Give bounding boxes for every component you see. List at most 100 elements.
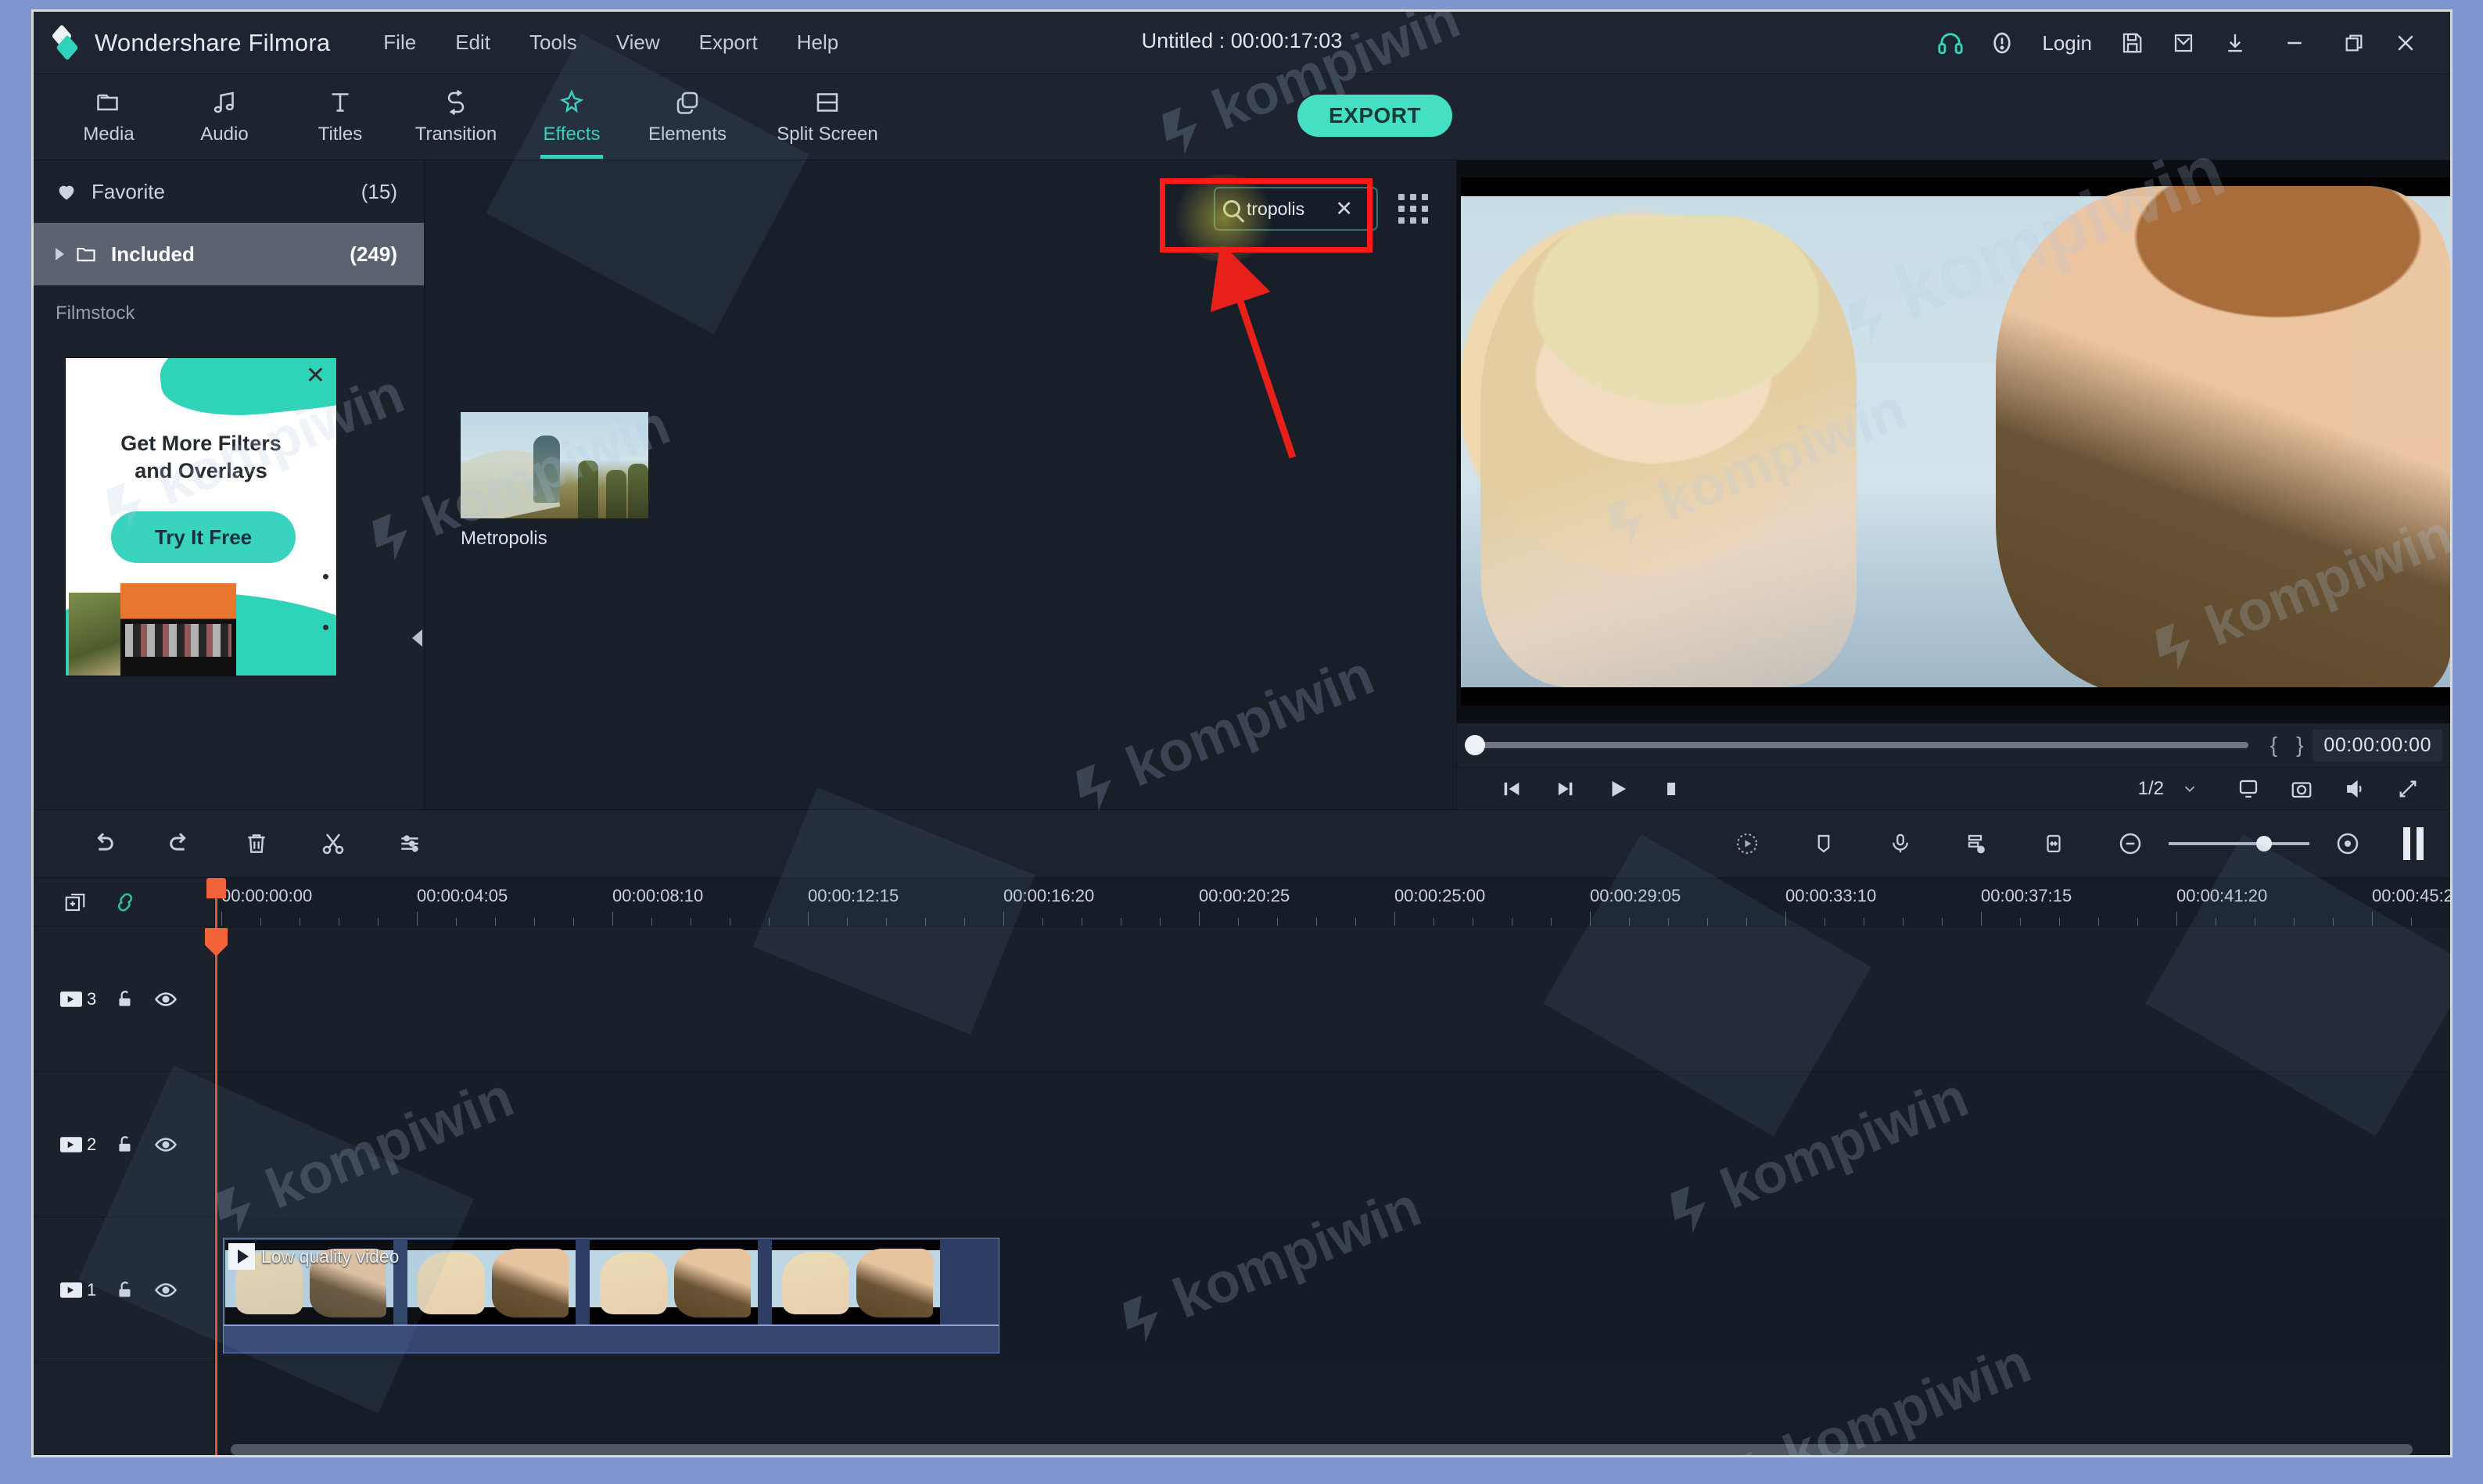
eye-icon[interactable]: [154, 1133, 178, 1156]
chevron-down-icon[interactable]: [2181, 780, 2198, 798]
prev-frame-button[interactable]: [1485, 778, 1538, 800]
search-input[interactable]: tropolis: [1214, 187, 1378, 231]
undo-button[interactable]: [65, 830, 142, 857]
try-it-free-button[interactable]: Try It Free: [111, 511, 296, 563]
tab-label: Split Screen: [777, 123, 878, 145]
mail-icon[interactable]: [2158, 12, 2209, 74]
render-preview-button[interactable]: [1709, 831, 1785, 856]
info-icon[interactable]: [1976, 12, 2028, 74]
filmora-window: Wondershare Filmora File Edit Tools View…: [31, 9, 2453, 1457]
ruler-tick: [1942, 918, 1943, 926]
export-button[interactable]: EXPORT: [1297, 95, 1453, 137]
volume-button[interactable]: [2328, 777, 2381, 801]
menu-bar: File Edit Tools View Export Help: [380, 26, 841, 59]
minimize-icon[interactable]: [2261, 12, 2328, 74]
headset-icon[interactable]: [1925, 12, 1976, 74]
redo-button[interactable]: [142, 830, 218, 857]
preview-progress-track[interactable]: [1465, 735, 2248, 755]
search-clear-icon[interactable]: ✕: [1335, 197, 1353, 221]
tab-elements[interactable]: Elements: [630, 74, 745, 159]
marker-button[interactable]: [1785, 832, 1862, 855]
menu-item-file[interactable]: File: [380, 26, 419, 59]
restore-icon[interactable]: [2328, 12, 2380, 74]
preview-controls: 1/2: [1457, 767, 2450, 809]
timeline-zoom-slider[interactable]: [2169, 836, 2309, 851]
ruler-label: 00:00:45:25: [2372, 886, 2453, 905]
unlink-audio-button[interactable]: [113, 891, 137, 914]
snapshot-button[interactable]: [2275, 777, 2328, 801]
tab-media[interactable]: Media: [51, 74, 167, 159]
expand-button[interactable]: [2381, 778, 2435, 800]
timeline-body[interactable]: 00:00:00:00 00:00:04:05 00:00:08:10 00:00:1…: [205, 878, 2450, 1455]
zoom-out-button[interactable]: [2092, 831, 2169, 856]
split-scissors-button[interactable]: [295, 831, 371, 856]
play-button[interactable]: [1591, 777, 1645, 801]
menu-item-export[interactable]: Export: [696, 26, 761, 59]
timeline-header-actions: [34, 878, 214, 927]
promo-close-icon[interactable]: ✕: [306, 364, 325, 388]
adjust-sliders-button[interactable]: [371, 831, 448, 856]
grid-view-toggle-icon[interactable]: [1398, 194, 1428, 224]
panel-collapse-icon[interactable]: [412, 629, 422, 647]
stop-button[interactable]: [1645, 780, 1698, 798]
track-lane-2[interactable]: [215, 1072, 2450, 1217]
pause-render-button[interactable]: [2403, 827, 2424, 860]
lock-icon[interactable]: [115, 1280, 135, 1300]
voiceover-button[interactable]: [1862, 832, 1939, 855]
preview-stage[interactable]: [1457, 160, 2450, 723]
ruler-tick: [2176, 912, 2177, 926]
preview-scrubber[interactable]: { } 00:00:00:00: [1457, 723, 2450, 767]
tab-titles[interactable]: Titles: [282, 74, 398, 159]
mark-in-icon[interactable]: {: [2270, 733, 2277, 758]
ruler-tick: [2333, 918, 2334, 926]
fullscreen-toggle-button[interactable]: [2222, 777, 2275, 801]
track-header-1: 1: [34, 1217, 215, 1363]
promo-carousel-dots[interactable]: [323, 574, 328, 676]
tab-audio[interactable]: Audio: [167, 74, 282, 159]
promo-card[interactable]: ✕ Get More Filters and Overlays Try It F…: [65, 357, 337, 676]
preview-quality-value[interactable]: 1/2: [2138, 778, 2164, 800]
close-icon[interactable]: [2380, 12, 2431, 74]
ruler-tick: [573, 918, 574, 926]
track-lane-3[interactable]: [215, 927, 2450, 1072]
ruler-label: 00:00:16:20: [1003, 886, 1095, 905]
ruler-tick: [260, 918, 261, 926]
sidebar-item-favorite[interactable]: Favorite (15): [34, 160, 424, 223]
track-lane-1[interactable]: Low quality video: [215, 1217, 2450, 1363]
save-icon[interactable]: [2106, 12, 2158, 74]
app-name: Wondershare Filmora: [95, 28, 331, 56]
eye-icon[interactable]: [154, 1278, 178, 1302]
timeline-horizontal-scrollbar[interactable]: [231, 1444, 2413, 1455]
menu-item-edit[interactable]: Edit: [452, 26, 493, 59]
mark-out-icon[interactable]: }: [2296, 733, 2303, 758]
tab-transition[interactable]: Transition: [398, 74, 514, 159]
chevron-right-icon[interactable]: [56, 248, 64, 260]
audio-mixer-button[interactable]: [1939, 832, 2015, 855]
menu-item-tools[interactable]: Tools: [526, 26, 580, 59]
tab-label: Titles: [318, 123, 363, 145]
zoom-in-button[interactable]: [2309, 831, 2386, 856]
delete-button[interactable]: [218, 831, 295, 856]
playhead[interactable]: [205, 878, 228, 1455]
sidebar-item-included[interactable]: Included (249): [34, 223, 424, 285]
menu-item-help[interactable]: Help: [794, 26, 841, 59]
tab-effects[interactable]: Effects: [514, 74, 630, 159]
download-icon[interactable]: [2209, 12, 2261, 74]
menu-item-view[interactable]: View: [613, 26, 663, 59]
timeline-ruler[interactable]: 00:00:00:00 00:00:04:05 00:00:08:10 00:00:1…: [215, 878, 2450, 927]
ruler-tick: [2450, 918, 2451, 926]
preview-progress-knob[interactable]: [1465, 735, 1485, 755]
sidebar-item-label: Favorite: [91, 179, 165, 203]
eye-icon[interactable]: [154, 988, 178, 1011]
lock-icon[interactable]: [115, 989, 135, 1009]
layers-icon: [673, 88, 701, 116]
effect-card-metropolis[interactable]: Metropolis: [461, 412, 648, 550]
login-button[interactable]: Login: [2028, 31, 2106, 56]
crop-button[interactable]: [2015, 832, 2092, 855]
next-frame-button[interactable]: [1538, 778, 1591, 800]
lock-icon[interactable]: [115, 1135, 135, 1155]
tab-split-screen[interactable]: Split Screen: [745, 74, 910, 159]
add-track-button[interactable]: [63, 891, 87, 914]
timeline-clip[interactable]: Low quality video: [223, 1238, 999, 1353]
preview-subject-right: [1995, 186, 2450, 697]
